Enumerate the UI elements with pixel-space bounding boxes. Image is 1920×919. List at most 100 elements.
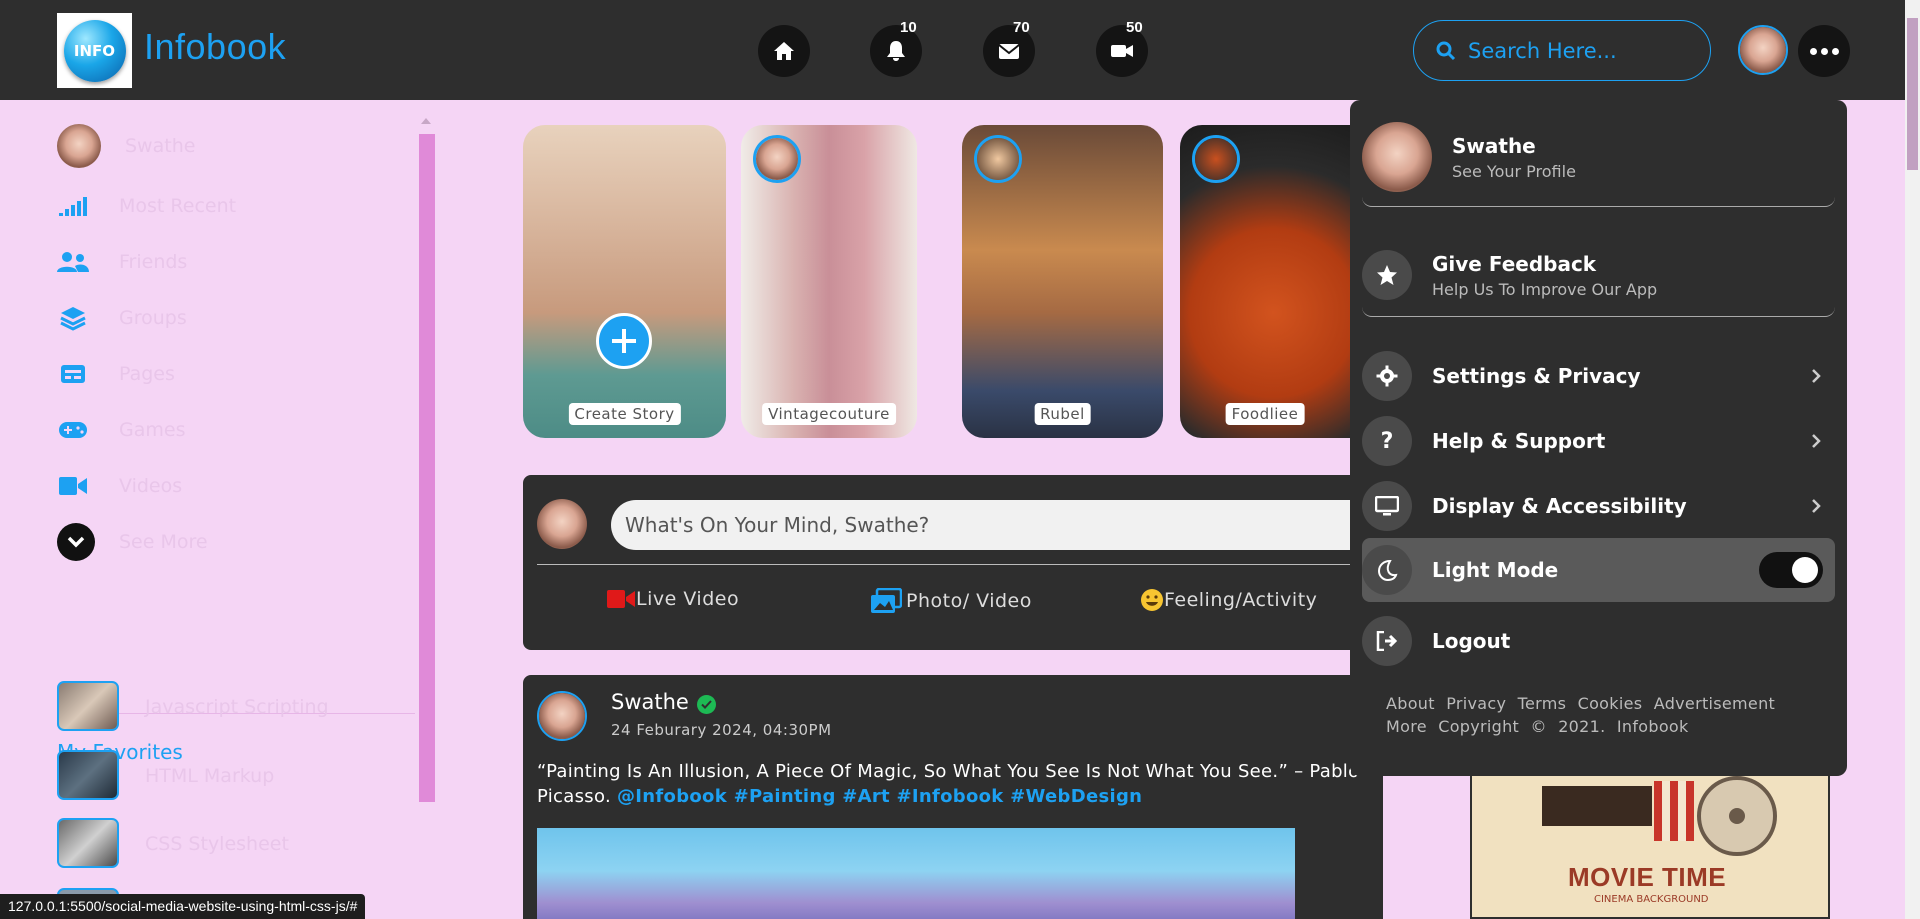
videos-count: 50 [1126,19,1143,36]
sidebar-item-groups[interactable]: Groups [57,296,187,340]
sidebar-item-most-recent[interactable]: Most Recent [57,184,236,228]
logo-text: INFO [63,19,126,82]
messages-button[interactable]: 70 [983,19,1035,77]
sidebar-item-videos[interactable]: Videos [57,464,182,508]
video-camera-icon [1111,45,1133,57]
post-author-avatar[interactable] [537,691,587,741]
story-label: Vintagecouture [762,403,896,425]
search-box[interactable] [1413,20,1711,81]
envelope-icon [998,43,1020,59]
post-text: “Painting Is An Illusion, A Piece Of Mag… [537,759,1377,809]
sidebar-profile[interactable]: Swathe [57,124,195,168]
chevron-right-icon [1812,499,1821,513]
post-date: 24 Feburary 2024, 04:30PM [611,721,832,739]
story-avatar [753,135,801,183]
post-hashtags[interactable]: @Infobook #Painting #Art #Infobook #WebD… [617,786,1142,807]
help-support-item[interactable]: ? Help & Support [1362,415,1835,467]
videos-button[interactable]: 50 [1096,19,1148,77]
home-button[interactable] [758,25,810,77]
sidebar-item-label: Groups [119,307,187,329]
give-feedback-item[interactable]: Give Feedback Help Us To Improve Our App [1362,248,1835,302]
logout-icon [1362,616,1412,666]
monitor-icon [1362,481,1412,531]
logo[interactable]: INFO [57,13,132,88]
logout-item[interactable]: Logout [1362,615,1835,667]
composer-divider [537,564,1383,565]
dropdown-profile-sub: See Your Profile [1452,161,1576,181]
sidebar-item-pages[interactable]: Pages [57,352,175,396]
give-feedback-label: Give Feedback [1432,251,1597,276]
live-video-icon [607,590,635,608]
photo-video-button[interactable]: Photo/ Video [870,588,1032,614]
star-icon [1362,250,1412,300]
dropdown-footer-links[interactable]: About Privacy Terms Cookies Advertisemen… [1386,692,1826,738]
verified-icon [697,695,716,714]
profile-avatar[interactable] [1738,25,1788,75]
favorite-thumbnail[interactable] [57,681,119,731]
film-reel-icon [1542,776,1777,856]
top-navbar: INFO Infobook 10 70 50 [0,0,1905,100]
favorite-label[interactable]: HTML Markup [145,765,274,787]
sidebar-item-games[interactable]: Games [57,408,185,452]
page-icon [61,365,85,383]
add-story-button[interactable] [596,313,652,369]
ad-subtitle: CINEMA BACKGROUND [1594,894,1709,905]
page-scrollbar-thumb[interactable] [1907,18,1918,170]
story-label: Foodliee [1225,403,1305,425]
light-mode-label: Light Mode [1432,558,1559,582]
feeling-activity-button[interactable]: Feeling/Activity [1140,588,1317,612]
light-mode-item[interactable]: Light Mode [1362,538,1835,602]
post-image[interactable] [537,828,1295,919]
bars-icon [59,197,87,216]
favorite-label[interactable]: Javascript Scripting [145,696,329,718]
favorite-thumbnail[interactable] [57,750,119,800]
status-bar-url: 127.0.0.1:5500/social-media-website-usin… [0,894,366,919]
avatar [1362,122,1432,192]
notifications-button[interactable]: 10 [870,19,922,77]
brand-name[interactable]: Infobook [144,26,286,68]
sidebar-item-label: Games [119,419,186,441]
post-author-name[interactable]: Swathe [611,690,689,714]
dropdown-profile[interactable]: Swathe See Your Profile [1362,122,1835,192]
light-mode-toggle[interactable] [1759,552,1823,588]
toggle-knob [1792,557,1818,583]
avatar [537,499,587,549]
sidebar-scrollbar-thumb[interactable] [419,134,435,802]
post-input[interactable] [611,500,1381,550]
dropdown-separator [1362,195,1835,207]
advertisement[interactable]: MOVIE TIME CINEMA BACKGROUND [1470,776,1830,919]
messages-count: 70 [1013,19,1030,36]
live-video-label: Live Video [636,588,740,610]
dot-icon [1831,47,1839,55]
sidebar-profile-name: Swathe [125,135,196,157]
sidebar-item-friends[interactable]: Friends [57,240,187,284]
favorite-label[interactable]: CSS Stylesheet [145,833,289,855]
sidebar-item-label: Friends [119,251,188,273]
ad-title: MOVIE TIME [1568,862,1727,892]
display-accessibility-label: Display & Accessibility [1432,494,1687,518]
more-options-button[interactable] [1798,25,1850,77]
scroll-up-arrow-icon[interactable] [421,118,431,124]
sidebar-item-label: Videos [119,475,183,497]
story-card[interactable]: Vintagecouture [741,125,917,438]
sidebar-item-see-more[interactable]: See More [57,520,208,564]
story-card[interactable]: Rubel [962,125,1163,438]
display-accessibility-item[interactable]: Display & Accessibility [1362,480,1835,532]
story-card[interactable]: Create Story [523,125,726,438]
settings-dropdown: Swathe See Your Profile Give Feedback He… [1350,100,1847,776]
dropdown-profile-name: Swathe [1452,133,1536,158]
story-card[interactable]: Foodliee [1180,125,1350,438]
left-sidebar: Swathe Most Recent Friends Groups Pages … [0,100,420,919]
give-feedback-sub: Help Us To Improve Our App [1432,279,1658,299]
sidebar-item-label: Pages [119,363,175,385]
favorite-thumbnail[interactable] [57,818,119,868]
chevron-down-icon [57,523,95,561]
search-input[interactable] [1468,38,1688,63]
gamepad-icon [59,422,87,438]
chevron-right-icon [1812,369,1821,383]
chevron-right-icon [1812,434,1821,448]
settings-privacy-item[interactable]: Settings & Privacy [1362,350,1835,402]
live-video-button[interactable]: Live Video [606,588,739,610]
images-icon [871,588,902,613]
question-icon: ? [1362,416,1412,466]
